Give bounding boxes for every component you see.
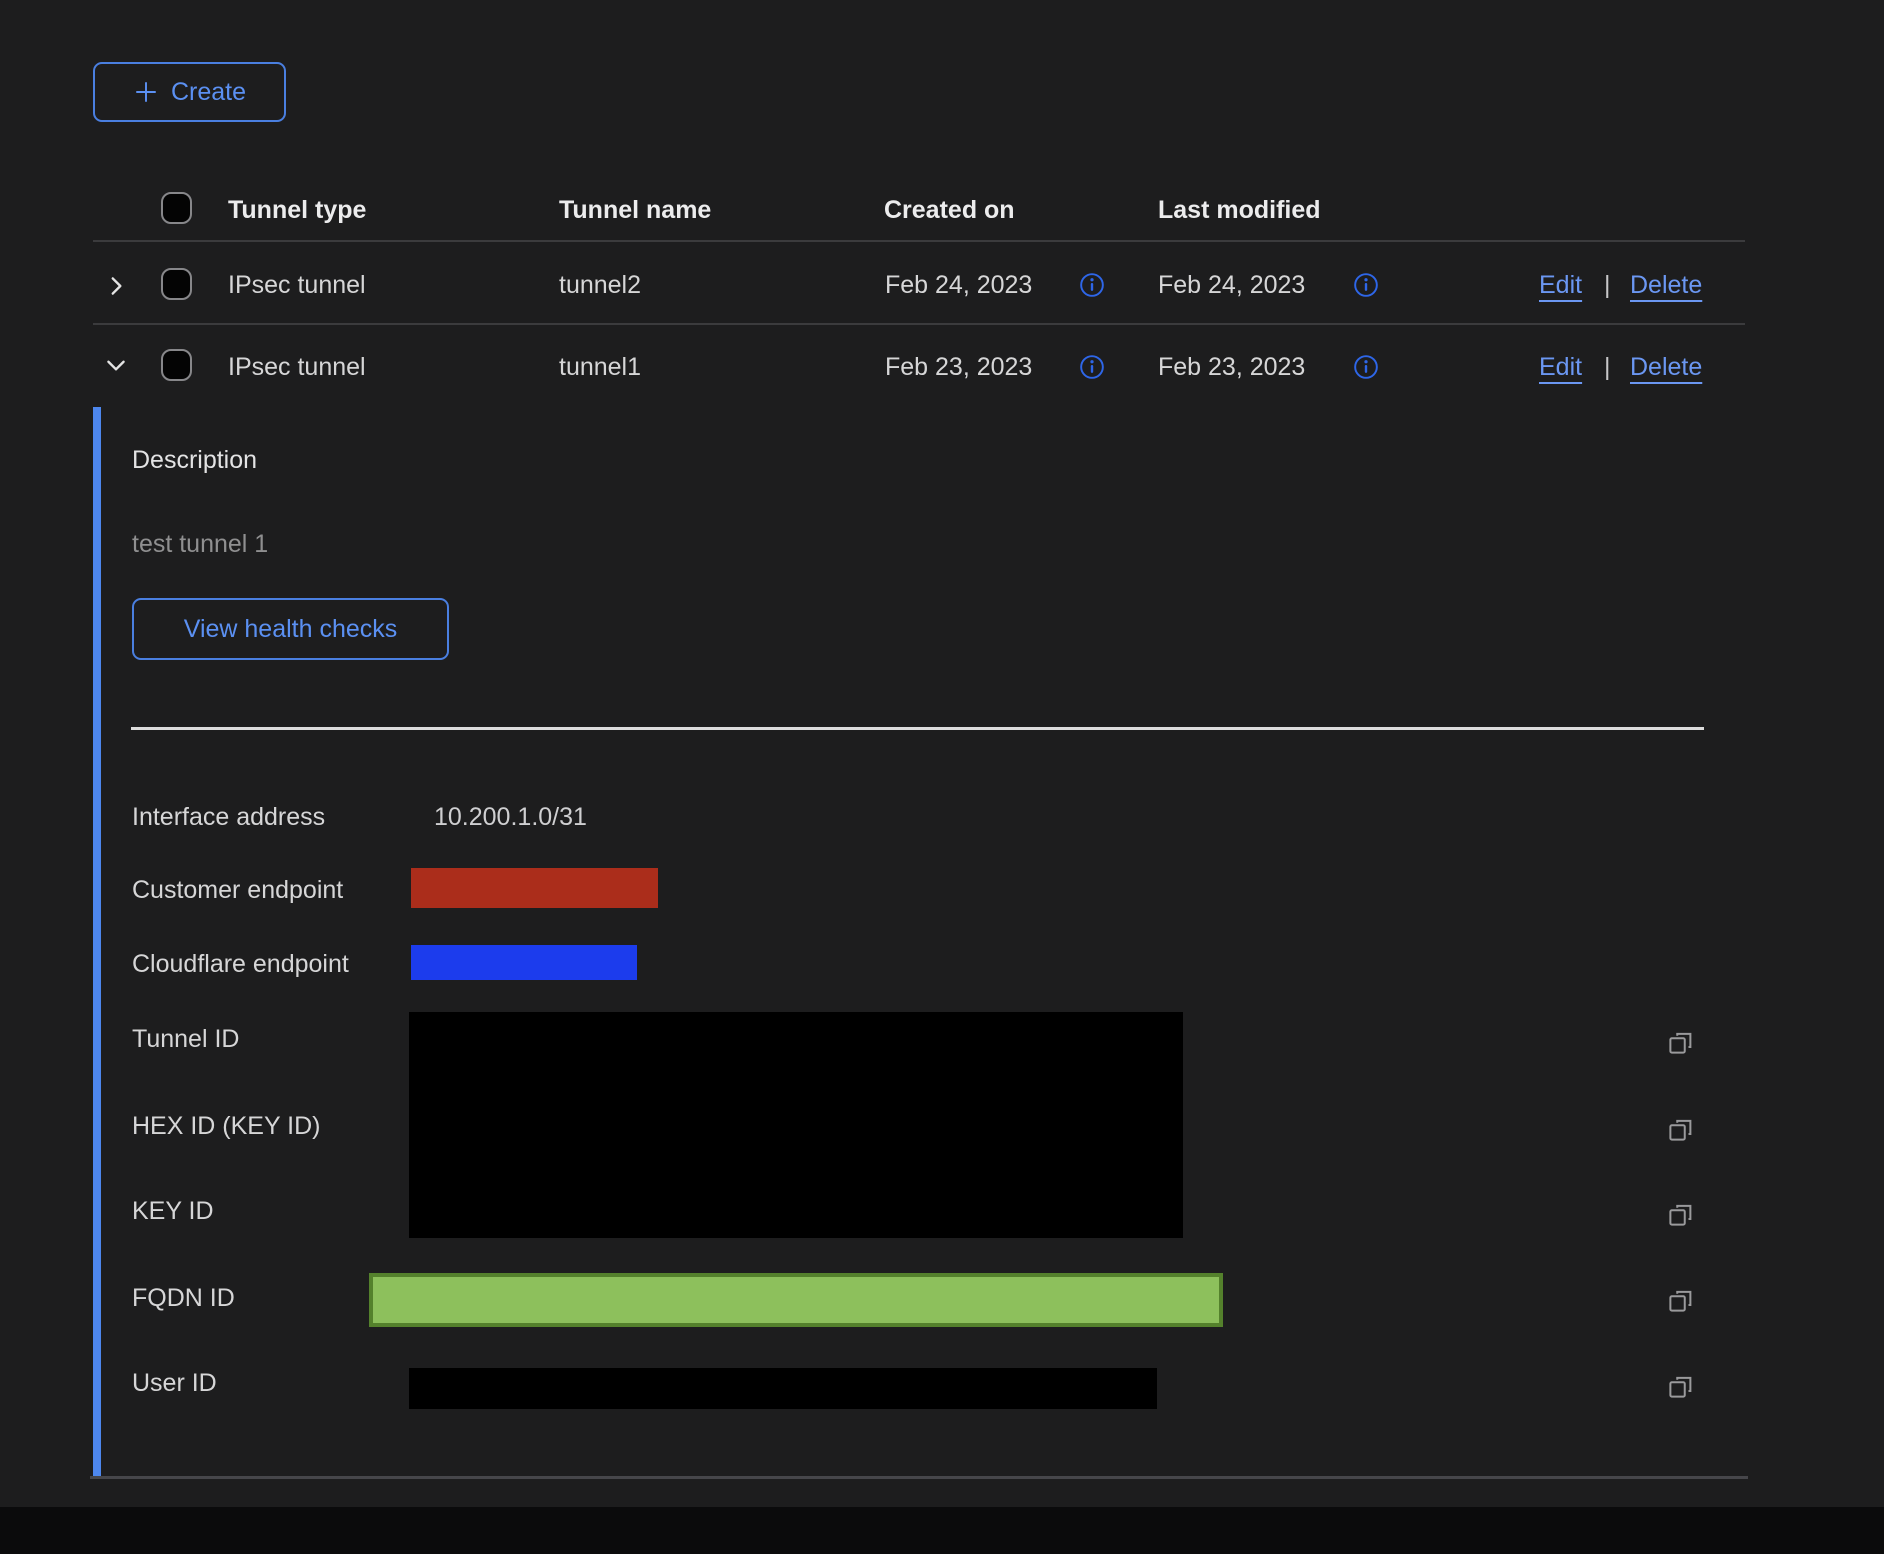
row1-delete-link[interactable]: Delete [1630,271,1702,300]
user-id-redaction [409,1368,1157,1409]
row1-expand-chevron-right-icon[interactable] [103,273,129,299]
row2-action-separator: | [1604,353,1611,382]
tunnel-id-copy-icon[interactable] [1666,1026,1696,1058]
row2-delete-link[interactable]: Delete [1630,353,1702,382]
detail-label-key-id: KEY ID [132,1197,214,1226]
view-health-checks-button[interactable]: View health checks [132,598,449,660]
create-button-label: Create [171,78,246,107]
plus-icon [133,79,159,105]
description-label: Description [132,446,257,475]
description-value: test tunnel 1 [132,530,268,559]
row1-created-info-icon[interactable] [1079,272,1105,298]
customer-endpoint-redaction [411,868,658,908]
detail-label-customer-endpoint: Customer endpoint [132,876,343,905]
hex-id-copy-icon[interactable] [1666,1113,1696,1145]
row2-expand-chevron-down-icon[interactable] [103,352,129,378]
section-divider [131,727,1704,730]
row1-edit-link[interactable]: Edit [1539,271,1582,300]
column-header-tunnel-name: Tunnel name [559,196,711,225]
row2-tunnel-type: IPsec tunnel [228,353,366,382]
expanded-row-accent-bar [93,407,101,1478]
detail-label-hex-id: HEX ID (KEY ID) [132,1112,320,1141]
row2-modified-info-icon[interactable] [1353,354,1379,380]
row2-created-on: Feb 23, 2023 [885,353,1032,382]
key-id-copy-icon[interactable] [1666,1198,1696,1230]
row1-created-on: Feb 24, 2023 [885,271,1032,300]
detail-label-fqdn-id: FQDN ID [132,1284,235,1313]
row2-last-modified: Feb 23, 2023 [1158,353,1305,382]
row1-last-modified: Feb 24, 2023 [1158,271,1305,300]
header-divider [93,240,1745,242]
select-all-checkbox[interactable] [161,192,192,224]
row1-divider [93,323,1745,325]
fqdn-id-redaction [369,1273,1223,1327]
detail-label-user-id: User ID [132,1369,217,1398]
tunnels-page: Create Tunnel type Tunnel name Created o… [0,0,1884,1554]
detail-label-tunnel-id: Tunnel ID [132,1025,239,1054]
user-id-copy-icon[interactable] [1666,1370,1696,1402]
row1-tunnel-name: tunnel2 [559,271,641,300]
create-button[interactable]: Create [93,62,286,122]
row2-checkbox[interactable] [161,349,192,381]
row1-modified-info-icon[interactable] [1353,272,1379,298]
view-health-checks-label: View health checks [184,615,398,644]
fqdn-id-copy-icon[interactable] [1666,1284,1696,1316]
detail-label-interface-address: Interface address [132,803,325,832]
row2-created-info-icon[interactable] [1079,354,1105,380]
footer-strip [0,1507,1884,1554]
tunnel-id-redaction [409,1012,1183,1238]
detail-value-interface-address: 10.200.1.0/31 [434,803,587,832]
row2-edit-link[interactable]: Edit [1539,353,1582,382]
column-header-created-on: Created on [884,196,1015,225]
row1-action-separator: | [1604,271,1611,300]
column-header-tunnel-type: Tunnel type [228,196,366,225]
panel-bottom-divider [90,1476,1748,1479]
row1-checkbox[interactable] [161,268,192,300]
detail-label-cloudflare-endpoint: Cloudflare endpoint [132,950,349,979]
row2-tunnel-name: tunnel1 [559,353,641,382]
cloudflare-endpoint-redaction [411,945,637,980]
column-header-last-modified: Last modified [1158,196,1321,225]
row1-tunnel-type: IPsec tunnel [228,271,366,300]
